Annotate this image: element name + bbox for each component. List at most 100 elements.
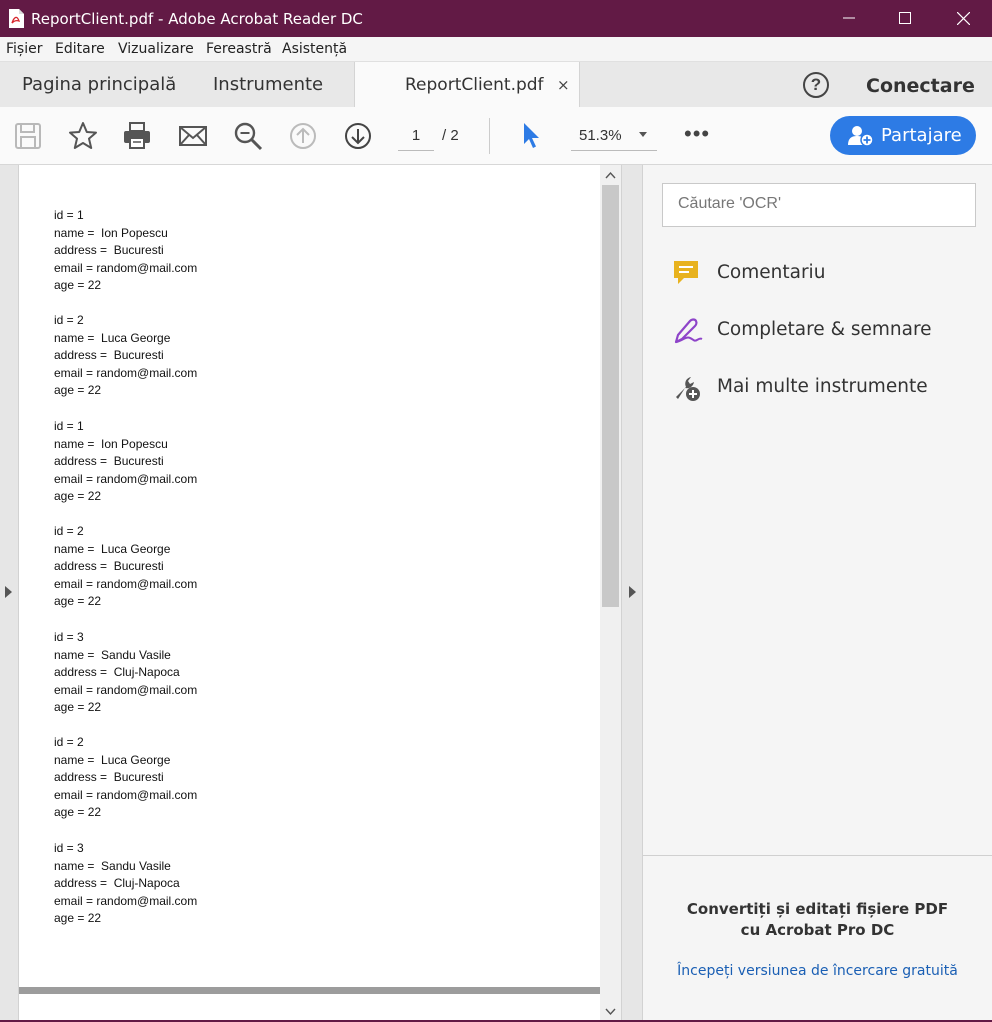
record-age: age = 22 [54,594,102,608]
record-age: age = 22 [54,911,102,925]
record-address: address = Cluj-Napoca [54,665,180,679]
sign-in-button[interactable]: Conectare [866,75,975,97]
close-window-button[interactable] [940,0,986,37]
zoom-value: 51.3% [579,127,622,144]
close-icon [957,12,970,25]
tool-comment-label: Comentariu [717,262,826,283]
window-title: ReportClient.pdf - Adobe Acrobat Reader … [31,10,363,28]
toolbar: 1 / 2 51.3% ••• Partajare [0,107,992,165]
record-age: age = 22 [54,489,102,503]
next-page-icon[interactable] [342,120,374,152]
maximize-icon [899,12,911,24]
record-address: address = Bucuresti [54,559,164,573]
tab-close-icon[interactable]: × [557,76,570,94]
acrobat-app-icon [9,9,24,28]
record-block: id = 2 name = Luca George address = Bucure… [54,523,197,611]
record-address: address = Cluj-Napoca [54,876,180,890]
tool-fill-sign[interactable]: Completare & semnare [672,312,972,348]
menu-window[interactable]: Fereastră [206,41,272,57]
record-name: name = Ion Popescu [54,225,168,240]
record-name: name = Sandu Vasile [54,647,171,662]
document-page[interactable]: id = 1 name = Ion Popescu address = Bucure… [19,165,600,1020]
expand-left-icon [5,586,12,598]
page-number-input[interactable]: 1 [398,125,434,151]
menu-view[interactable]: Vizualizare [118,41,194,57]
record-name: name = Luca George [54,330,171,345]
scroll-up-icon[interactable] [605,171,616,179]
left-panel-toggle[interactable] [0,165,19,1020]
record-email: email = random@mail.com [54,471,198,486]
record-address: address = Bucuresti [54,770,164,784]
record-address: address = Bucuresti [54,454,164,468]
record-id: id = 2 [54,524,84,538]
record-email: email = random@mail.com [54,260,198,275]
help-icon[interactable]: ? [803,72,829,98]
record-name: name = Sandu Vasile [54,858,171,873]
tools-pane: Comentariu Completare & semnare Mai mult… [643,165,992,1020]
page-separator [19,987,600,994]
record-email: email = random@mail.com [54,365,198,380]
right-pane-toggle[interactable] [621,165,643,1020]
document-scrollbar[interactable] [600,165,621,1020]
minimize-button[interactable] [826,0,872,37]
pane-divider [643,855,992,856]
comment-icon [674,261,698,284]
record-age: age = 22 [54,805,102,819]
record-email: email = random@mail.com [54,576,198,591]
tab-document[interactable]: ReportClient.pdf × [354,62,580,107]
maximize-button[interactable] [882,0,928,37]
record-block: id = 1 name = Ion Popescu address = Bucure… [54,418,197,506]
page-total: / 2 [442,127,459,144]
promo-line-2: cu Acrobat Pro DC [740,921,895,939]
menu-edit[interactable]: Editare [55,41,105,57]
tab-tools-label: Instrumente [213,74,324,95]
promo-text: Convertiți și editați fișiere PDF cu Acr… [643,899,992,941]
menu-help[interactable]: Asistență [282,41,347,57]
email-icon[interactable] [177,120,209,152]
record-age: age = 22 [54,700,102,714]
tool-fill-sign-label: Completare & semnare [717,319,932,340]
free-trial-link[interactable]: Începeți versiunea de încercare gratuită [643,963,992,979]
record-id: id = 3 [54,630,84,644]
tools-search-input[interactable] [678,184,968,224]
record-name: name = Ion Popescu [54,436,168,451]
more-options-icon[interactable]: ••• [684,121,710,147]
record-email: email = random@mail.com [54,787,198,802]
tools-search-box[interactable] [662,183,976,227]
record-block: id = 2 name = Luca George address = Bucure… [54,734,197,822]
share-label: Partajare [881,125,962,146]
save-icon[interactable] [12,120,44,152]
fill-sign-icon [674,318,703,344]
star-icon[interactable] [67,120,99,152]
tab-document-label: ReportClient.pdf [405,75,544,95]
record-age: age = 22 [54,278,102,292]
scrollbar-thumb[interactable] [602,185,619,607]
zoom-search-icon[interactable] [232,120,264,152]
record-block: id = 1 name = Ion Popescu address = Bucure… [54,207,197,295]
tab-home[interactable]: Pagina principală [0,62,190,107]
previous-page-icon[interactable] [287,120,319,152]
scroll-down-icon[interactable] [605,1008,616,1016]
title-bar: ReportClient.pdf - Adobe Acrobat Reader … [0,0,992,37]
minimize-icon [843,17,855,19]
record-block: id = 3 name = Sandu Vasile address = Cluj-… [54,840,197,928]
record-id: id = 3 [54,841,84,855]
tab-home-label: Pagina principală [22,74,177,95]
record-age: age = 22 [54,383,102,397]
share-button[interactable]: Partajare [830,116,976,155]
record-id: id = 1 [54,208,84,222]
tool-more-tools[interactable]: Mai multe instrumente [672,369,972,405]
toolbar-divider [489,118,490,154]
tool-comment[interactable]: Comentariu [672,255,972,291]
tab-row: Pagina principală Instrumente ReportClie… [0,62,992,107]
menu-bar: Fișier Editare Vizualizare Fereastră Asi… [0,37,992,62]
record-id: id = 2 [54,313,84,327]
tab-tools[interactable]: Instrumente [190,62,354,107]
zoom-dropdown[interactable]: 51.3% [571,125,657,151]
menu-file[interactable]: Fișier [6,41,42,57]
record-id: id = 1 [54,419,84,433]
record-email: email = random@mail.com [54,893,198,908]
select-cursor-icon[interactable] [516,120,548,152]
record-id: id = 2 [54,735,84,749]
print-icon[interactable] [121,120,153,152]
